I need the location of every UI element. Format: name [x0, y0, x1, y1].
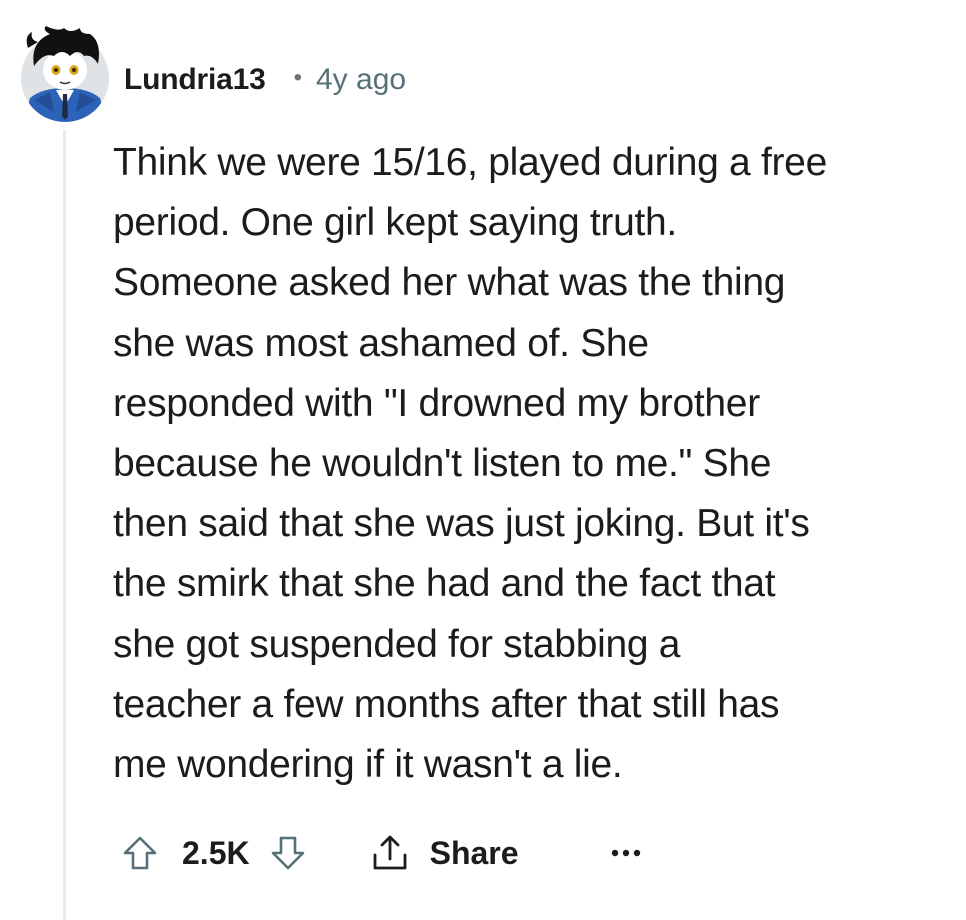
- share-button[interactable]: Share: [370, 833, 519, 873]
- author-name[interactable]: Lundria13: [124, 63, 266, 97]
- comment-meta: Lundria13 • 4y ago: [124, 58, 406, 102]
- arrow-down-outline-icon: [271, 836, 304, 870]
- upvote-button[interactable]: [120, 833, 160, 873]
- comment: Lundria13 • 4y ago Think we were 15/16, …: [0, 0, 966, 920]
- downvote-button[interactable]: [268, 833, 308, 873]
- arrow-up-outline-icon: [123, 836, 157, 870]
- comment-actions: 2.5K Share: [120, 826, 645, 880]
- share-label: Share: [429, 834, 519, 871]
- more-options-button[interactable]: [609, 847, 645, 859]
- thread-line[interactable]: [63, 130, 66, 920]
- comment-body: Think we were 15/16, played during a fre…: [113, 141, 827, 787]
- avatar-image: [21, 26, 109, 122]
- vote-score: 2.5K: [182, 834, 250, 871]
- meta-separator: •: [293, 64, 302, 91]
- user-avatar[interactable]: [20, 26, 110, 122]
- ellipsis-icon: [611, 849, 640, 857]
- share-icon: [373, 835, 406, 870]
- comment-age[interactable]: 4y ago: [316, 63, 406, 97]
